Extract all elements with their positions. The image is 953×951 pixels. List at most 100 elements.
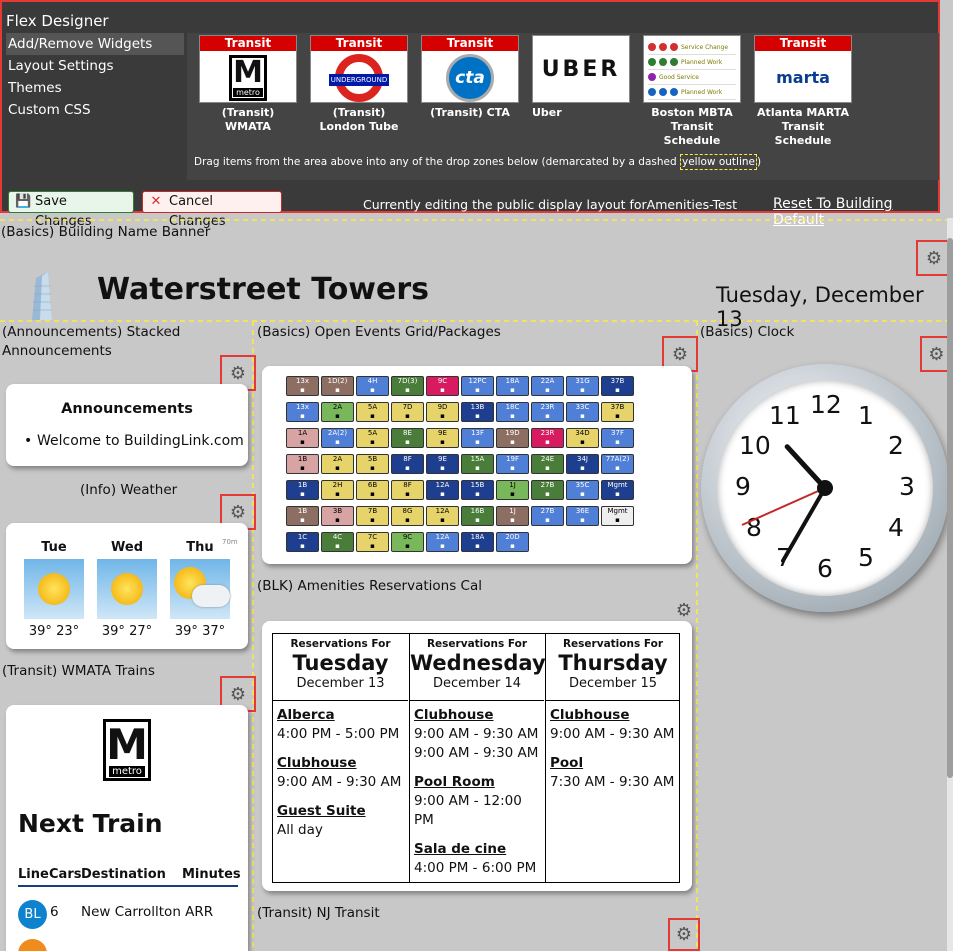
- package-label: 27B: [540, 481, 555, 489]
- package-label: 27B: [540, 507, 555, 515]
- package-cell: 7D(3) ▪: [391, 376, 424, 396]
- zone-label-events: (Basics) Open Events Grid/Packages: [257, 324, 501, 340]
- close-icon: ✕: [150, 194, 162, 209]
- room-name: Clubhouse: [277, 755, 357, 771]
- package-cell: 37B ▪: [601, 402, 634, 422]
- package-cell: 9E ▪: [426, 454, 459, 474]
- package-box-icon: ▪: [405, 464, 410, 472]
- package-label: 18A: [505, 377, 520, 385]
- page-scrollbar[interactable]: [947, 218, 953, 951]
- package-label: 9C: [402, 533, 413, 541]
- package-label: 36E: [575, 507, 590, 515]
- package-label: 31G: [575, 377, 590, 385]
- package-label: 1J: [509, 481, 516, 489]
- widget-tile-boston-mbta[interactable]: Service Change Planned Work Good Service…: [643, 35, 741, 148]
- room-name: Clubhouse: [550, 707, 630, 723]
- package-label: 23R: [540, 429, 555, 437]
- package-cell: 36E ▪: [566, 506, 599, 526]
- reservations-settings-gear-icon[interactable]: ⚙: [674, 600, 694, 621]
- package-label: 4C: [332, 533, 343, 541]
- widget-tile-uber[interactable]: UBER Uber: [532, 35, 630, 120]
- weather-temp: 39° 27°: [101, 624, 153, 639]
- package-cell: 31G ▪: [566, 376, 599, 396]
- package-box-icon: ▪: [615, 516, 620, 524]
- package-label: 7B: [367, 507, 378, 515]
- package-label: 19D: [505, 429, 520, 437]
- package-box-icon: ▪: [580, 412, 585, 420]
- col-header-line: Line: [18, 867, 49, 882]
- package-label: 23R: [540, 403, 555, 411]
- package-cell: 15B ▪: [461, 480, 494, 500]
- package-box-icon: ▪: [370, 490, 375, 498]
- widget-tile-cta[interactable]: Transit cta (Transit) CTA: [421, 35, 519, 120]
- building-icon: [32, 272, 52, 320]
- widget-tile-wmata[interactable]: Transit Mmetro (Transit) WMATA: [199, 35, 297, 134]
- menu-layout-settings[interactable]: Layout Settings: [6, 55, 184, 77]
- package-cell: 12A ▪: [426, 480, 459, 500]
- package-cell: 9C ▪: [426, 376, 459, 396]
- package-label: 13x: [295, 403, 310, 411]
- package-box-icon: ▪: [370, 438, 375, 446]
- reservation-day: Tuesday: [292, 651, 389, 675]
- package-cell: 1B ▪: [286, 506, 319, 526]
- package-label: 2A: [332, 455, 343, 463]
- package-box-icon: ▪: [580, 386, 585, 394]
- weather-temp: 39° 23°: [28, 624, 80, 639]
- package-label: 35C: [575, 481, 590, 489]
- widget-tile-atlanta-marta[interactable]: Transit marta Atlanta MARTA Transit Sche…: [754, 35, 852, 148]
- reservations-for-label: Reservations For: [290, 638, 391, 650]
- package-box-icon: ▪: [545, 516, 550, 524]
- cancel-changes-button[interactable]: ✕ Cancel Changes: [142, 191, 282, 229]
- tile-caption: (Transit) CTA: [430, 106, 510, 119]
- package-box-icon: ▪: [510, 412, 515, 420]
- package-cell: 3B ▪: [321, 506, 354, 526]
- package-label: 5A: [367, 403, 378, 411]
- package-cell: 2A(2) ▪: [321, 428, 354, 448]
- tile-band: Transit: [755, 36, 851, 51]
- package-box-icon: ▪: [580, 438, 585, 446]
- room-time: All day: [277, 822, 323, 838]
- package-box-icon: ▪: [370, 464, 375, 472]
- editing-status-text: Currently editing the public display lay…: [363, 197, 738, 212]
- package-cell: Mgmt ▪: [601, 480, 634, 500]
- package-box-icon: ▪: [440, 438, 445, 446]
- package-label: 5B: [367, 455, 378, 463]
- clock-hands: [741, 444, 833, 563]
- package-box-icon: ▪: [475, 542, 480, 550]
- menu-themes[interactable]: Themes: [6, 77, 184, 99]
- reservations-card: Reservations For Tuesday December 13 Alb…: [262, 621, 692, 891]
- package-cell: 18C ▪: [496, 402, 529, 422]
- package-box-icon: ▪: [335, 438, 340, 446]
- package-label: 20D: [505, 533, 520, 541]
- package-label: 18A: [470, 533, 485, 541]
- weather-day: Tue: [41, 540, 67, 555]
- menu-custom-css[interactable]: Custom CSS: [6, 99, 184, 121]
- room-time: 4:00 PM - 6:00 PM: [414, 860, 537, 876]
- package-cell: 2A ▪: [321, 454, 354, 474]
- room-name: Guest Suite: [277, 803, 366, 819]
- package-cell: 5A ▪: [356, 428, 389, 448]
- package-cell: 13x ▪: [286, 376, 319, 396]
- room-time: 9:00 AM - 9:30 AM: [277, 774, 402, 790]
- menu-add-remove-widgets[interactable]: Add/Remove Widgets: [6, 33, 184, 55]
- package-cell: 4H ▪: [356, 376, 389, 396]
- widget-tile-london-tube[interactable]: Transit UNDERGROUND (Transit) London Tub…: [310, 35, 408, 134]
- reservation-date: December 14: [432, 676, 522, 691]
- scrollbar-thumb[interactable]: [947, 238, 953, 778]
- package-cell: 35C ▪: [566, 480, 599, 500]
- package-box-icon: ▪: [510, 516, 515, 524]
- zone-label-reservations: (BLK) Amenities Reservations Cal: [257, 578, 482, 594]
- package-box-icon: ▪: [300, 516, 305, 524]
- sunny-icon: [97, 559, 157, 619]
- package-box-icon: ▪: [615, 412, 620, 420]
- package-label: 22A: [540, 377, 555, 385]
- package-cell: 1J ▪: [496, 506, 529, 526]
- package-cell: 19D ▪: [496, 428, 529, 448]
- package-label: 9D: [437, 403, 448, 411]
- package-label: 7D(3): [397, 377, 418, 385]
- line-badge: BL: [18, 900, 47, 929]
- nj-transit-settings-gear-icon[interactable]: ⚙: [668, 918, 700, 951]
- package-box-icon: ▪: [475, 516, 480, 524]
- package-label: 1A: [297, 429, 308, 437]
- save-changes-button[interactable]: 💾 Save Changes: [8, 191, 134, 229]
